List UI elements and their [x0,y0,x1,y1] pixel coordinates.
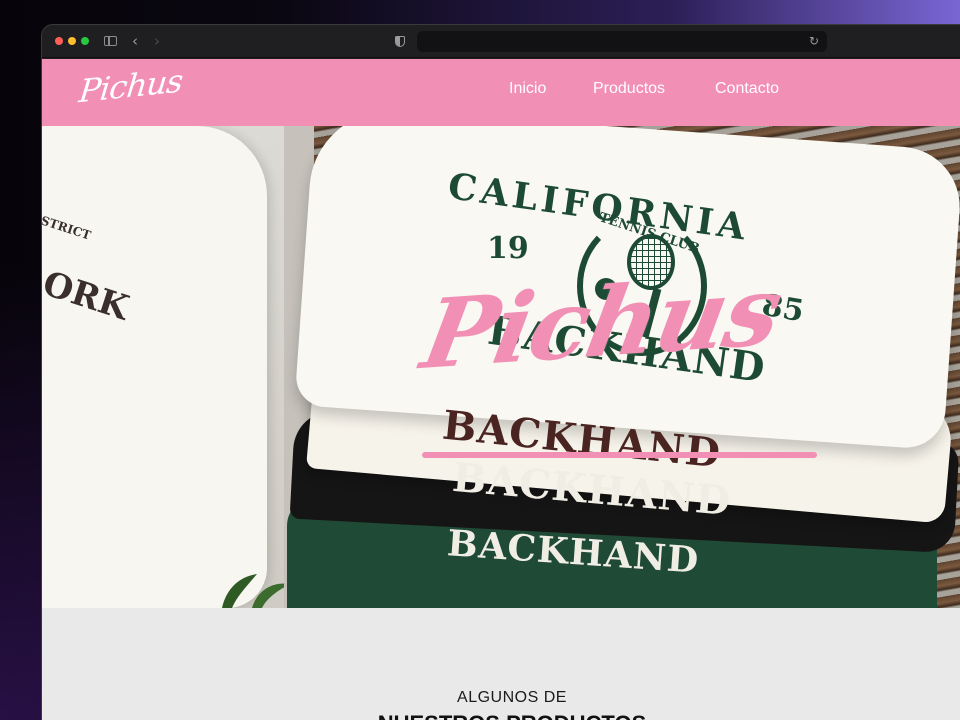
chevron-left-icon[interactable]: ‹ [132,34,146,50]
chevron-right-icon[interactable]: › [154,34,168,50]
plant-leaves-decor [222,574,290,608]
sweatshirt-print-district: STRICT [42,213,93,243]
nav-link-contacto[interactable]: Contacto [715,80,779,98]
reload-icon[interactable]: ↻ [809,33,819,49]
zoom-window-button[interactable] [81,37,89,45]
privacy-shield-icon[interactable] [395,36,405,47]
site-logo[interactable]: Pichus [77,62,184,110]
hero-banner: STRICT ORK CALIFORNIA 19 TENNIS CLUB 85 … [42,126,960,608]
nav-link-inicio[interactable]: Inicio [509,80,546,98]
sweatshirt-print-york: ORK [42,263,134,329]
hero-photo-white-sweatshirt: STRICT ORK [42,126,267,608]
browser-titlebar: ‹ › ↻ [42,25,960,58]
minimize-window-button[interactable] [68,37,76,45]
nav-link-productos[interactable]: Productos [593,80,665,98]
browser-window: ‹ › ↻ Pichus Inicio Productos Contacto S… [41,24,960,720]
close-window-button[interactable] [55,37,63,45]
products-section-subtitle: ALGUNOS DE [457,689,567,706]
products-section-title: NUESTROS PRODUCTOS [42,711,960,720]
sidebar-toggle-icon[interactable] [104,36,117,46]
hero-title-underline [422,452,817,458]
web-page: Pichus Inicio Productos Contacto STRICT … [42,59,960,720]
print-year-left: 19 [487,231,529,266]
address-bar[interactable]: ↻ [417,31,827,52]
site-header: Pichus Inicio Productos Contacto [42,59,960,126]
